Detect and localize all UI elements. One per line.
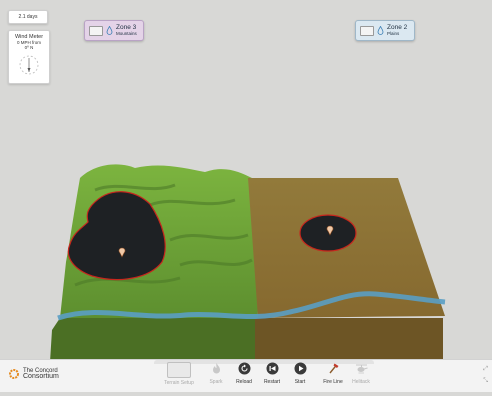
restart-button[interactable]: Restart <box>260 362 284 390</box>
bottom-toolbar: The Concord Consortium Terrain Setup Spa… <box>0 359 492 392</box>
start-button[interactable]: Start <box>288 362 312 390</box>
zone-3-terrain: Mountains <box>116 30 137 36</box>
fire-line-label: Fire Line <box>323 379 343 385</box>
logo-line-2: Consortium <box>23 373 59 380</box>
zone-3-name: Zone 3 <box>116 23 137 31</box>
terrain-side-left <box>50 318 258 362</box>
terrain-type-icon <box>360 25 374 36</box>
concord-logo: The Concord Consortium <box>8 368 59 380</box>
zone-2-card[interactable]: Zone 2 Plains <box>355 20 415 41</box>
zone-2-name: Zone 2 <box>387 23 408 31</box>
start-label: Start <box>294 379 306 385</box>
spark-button[interactable]: Spark <box>204 362 228 390</box>
helitack-button[interactable]: Helitack <box>348 362 374 390</box>
elapsed-days: 2.1 days <box>8 10 48 24</box>
wind-meter[interactable]: Wind Meter 0 MPH from 0º N <box>8 30 50 84</box>
concord-logo-icon <box>9 369 19 379</box>
flame-icon <box>212 363 220 374</box>
wind-direction: 0º N <box>24 45 34 50</box>
fire-line-button[interactable]: Fire Line <box>318 362 348 390</box>
zone-3-card[interactable]: Zone 3 Mountains <box>84 20 144 41</box>
moisture-drop-icon <box>377 26 384 35</box>
moisture-drop-icon <box>106 26 113 35</box>
compass-icon <box>19 55 39 75</box>
play-icon <box>294 362 306 375</box>
restart-label: Restart <box>263 379 281 385</box>
terrain-type-icon <box>89 25 103 36</box>
zone-2-terrain: Plains <box>387 30 400 36</box>
terrain-setup-button[interactable]: Terrain Setup <box>156 362 202 390</box>
helitack-label: Helitack <box>352 379 370 385</box>
collapse-icon[interactable]: ⤡ <box>483 378 488 385</box>
reload-icon <box>238 362 250 375</box>
terrain-setup-icon <box>167 362 191 378</box>
expand-icon[interactable]: ⤢ <box>483 366 488 373</box>
helicopter-icon <box>355 364 368 374</box>
terrain-side-right <box>255 318 443 362</box>
terrain-setup-label: Terrain Setup <box>164 380 194 386</box>
reload-label: Reload <box>236 379 252 385</box>
reload-button[interactable]: Reload <box>232 362 256 390</box>
axe-icon <box>328 363 338 374</box>
restart-icon <box>266 362 278 375</box>
terrain-3d-view[interactable] <box>0 0 492 391</box>
spark-label: Spark <box>209 379 223 385</box>
burned-area-plains <box>299 214 357 252</box>
simulation-view: 2.1 days Wind Meter 0 MPH from 0º N Zone… <box>0 0 492 392</box>
